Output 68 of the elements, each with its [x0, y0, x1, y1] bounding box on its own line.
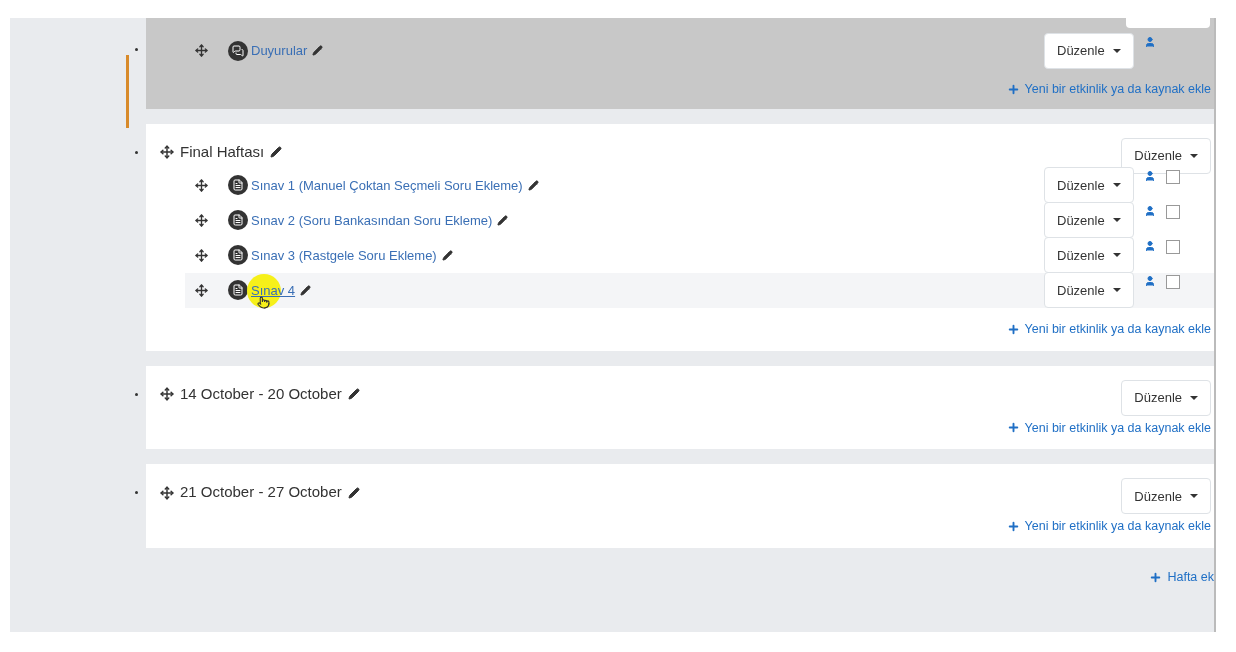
edit-dropdown-button[interactable]: Düzenle: [1121, 478, 1211, 515]
move-icon[interactable]: [195, 283, 208, 297]
caret-icon: [1112, 48, 1121, 53]
add-activity-link[interactable]: Yeni bir etkinlik ya da kaynak ekle: [1006, 80, 1211, 99]
list-bullet: [134, 491, 138, 495]
activity-link[interactable]: Sınav 2 (Soru Bankasından Soru Ekleme): [251, 210, 493, 230]
caret-icon: [1112, 288, 1121, 293]
move-icon[interactable]: [195, 248, 208, 262]
checkbox[interactable]: [1165, 205, 1180, 220]
caret-icon: [1190, 494, 1198, 499]
edit-dropdown-button[interactable]: Düzenle: [1121, 379, 1211, 416]
checkbox[interactable]: [1165, 275, 1180, 290]
person-icon[interactable]: [1143, 205, 1156, 218]
add-activity-link[interactable]: Yeni bir etkinlik ya da kaynak ekle: [1006, 517, 1211, 536]
section-title: 21 October - 27 October: [180, 482, 342, 503]
document-icon: [228, 280, 248, 301]
chat-bubbles-icon: [228, 40, 248, 61]
person-icon[interactable]: [1143, 170, 1156, 183]
section-title: Final Haftası: [180, 141, 265, 162]
edit-dropdown-button[interactable]: Düzenle: [1044, 32, 1134, 69]
pencil-icon[interactable]: [347, 486, 360, 499]
edit-dropdown-button[interactable]: Düzenle: [1044, 272, 1134, 309]
document-icon: [228, 210, 248, 231]
activity-link[interactable]: Sınav 1 (Manuel Çoktan Seçmeli Soru Ekleme): [251, 175, 523, 195]
edit-dropdown-button[interactable]: Düzenle: [1121, 137, 1211, 174]
edit-dropdown-button[interactable]: Düzenle: [1044, 167, 1134, 204]
add-activity-link[interactable]: Yeni bir etkinlik ya da kaynak ekle: [1006, 319, 1211, 339]
plus-icon: [1006, 520, 1020, 534]
edit-dropdown-button[interactable]: Düzenle: [1044, 202, 1134, 239]
caret-icon: [1190, 153, 1198, 158]
hand-cursor-icon: [257, 295, 270, 309]
person-icon[interactable]: [1143, 35, 1156, 48]
document-icon: [228, 175, 248, 196]
move-icon[interactable]: [160, 386, 174, 401]
pencil-icon[interactable]: [312, 45, 324, 56]
pencil-icon[interactable]: [347, 387, 360, 400]
checkbox[interactable]: [1165, 170, 1180, 185]
activity-link[interactable]: Duyurular: [251, 40, 308, 61]
caret-icon: [1112, 253, 1121, 258]
pencil-icon[interactable]: [270, 146, 283, 158]
checkbox[interactable]: [1165, 240, 1180, 255]
edit-dropdown-button[interactable]: Düzenle: [1044, 237, 1134, 274]
move-icon[interactable]: [195, 213, 208, 227]
list-bullet: [134, 392, 138, 396]
move-icon[interactable]: [195, 44, 208, 57]
pencil-icon[interactable]: [527, 179, 539, 191]
section-title: 14 October - 20 October: [180, 383, 342, 404]
list-bullet: [134, 48, 138, 51]
add-week-link[interactable]: Hafta ek: [1149, 568, 1214, 587]
move-icon[interactable]: [160, 485, 174, 500]
list-bullet: [134, 150, 138, 154]
move-icon[interactable]: [195, 178, 208, 192]
plus-icon: [1149, 570, 1163, 584]
move-icon[interactable]: [160, 145, 174, 159]
activity-link[interactable]: Sınav 3 (Rastgele Soru Ekleme): [251, 245, 437, 265]
person-icon[interactable]: [1143, 240, 1156, 253]
pencil-icon[interactable]: [497, 214, 509, 226]
person-icon[interactable]: [1143, 275, 1156, 288]
caret-icon: [1112, 183, 1121, 188]
document-icon: [228, 245, 248, 266]
plus-icon: [1006, 322, 1020, 336]
caret-icon: [1112, 218, 1121, 223]
pencil-icon[interactable]: [300, 284, 312, 296]
plus-icon: [1006, 82, 1020, 96]
caret-icon: [1190, 395, 1198, 400]
pencil-icon[interactable]: [441, 249, 453, 261]
plus-icon: [1006, 421, 1020, 435]
add-activity-link[interactable]: Yeni bir etkinlik ya da kaynak ekle: [1006, 418, 1211, 438]
